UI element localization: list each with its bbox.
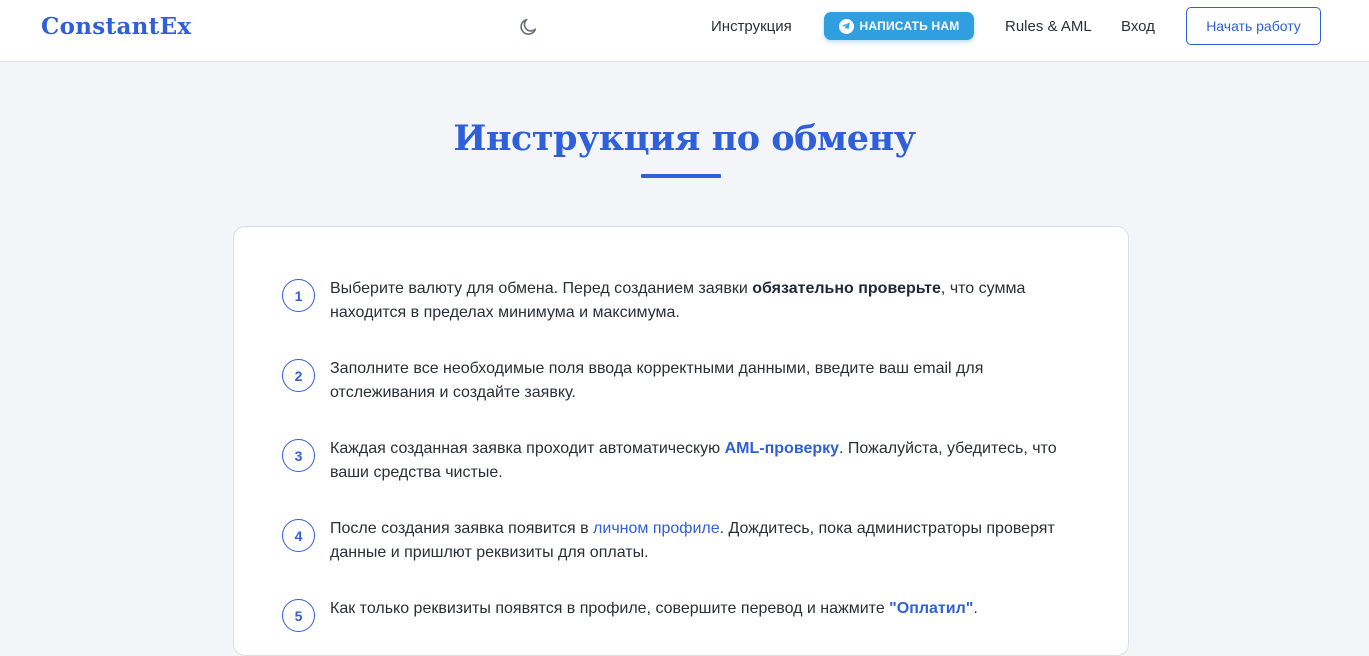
moon-icon[interactable] — [517, 16, 539, 38]
step-text-part: . — [973, 600, 978, 617]
step-number: 1 — [282, 279, 315, 312]
step-text-part: Заполните все необходимые поля ввода кор… — [330, 360, 984, 401]
step-text-part: Выберите валюту для обмена. Перед создан… — [330, 280, 753, 297]
profile-link[interactable]: личном профиле — [593, 520, 720, 537]
telegram-contact-button[interactable]: НАПИСАТЬ НАМ — [824, 12, 974, 40]
paid-status-label: "Оплатил" — [889, 600, 974, 617]
nav-instruction-link[interactable]: Инструкция — [711, 18, 792, 35]
step-number: 2 — [282, 359, 315, 392]
site-header: ConstantEx Инструкция НАПИСАТЬ НАМ Rules… — [0, 0, 1369, 62]
title-underline — [641, 174, 721, 178]
aml-check-link[interactable]: AML-проверку — [725, 440, 839, 457]
instructions-card: 1 Выберите валюту для обмена. Перед созд… — [233, 226, 1129, 656]
step-text: Выберите валюту для обмена. Перед создан… — [330, 277, 1090, 325]
step-text: Заполните все необходимые поля ввода кор… — [330, 357, 1090, 405]
telegram-icon — [838, 18, 854, 34]
step-text: Каждая созданная заявка проходит автомат… — [330, 437, 1090, 485]
nav-login-link[interactable]: Вход — [1121, 18, 1155, 35]
step-text: После создания заявка появится в личном … — [330, 517, 1090, 565]
step-text: Как только реквизиты появятся в профиле,… — [330, 597, 1090, 621]
telegram-button-label: НАПИСАТЬ НАМ — [859, 19, 960, 33]
step-text-part: Каждая созданная заявка проходит автомат… — [330, 440, 725, 457]
step-number: 5 — [282, 599, 315, 632]
start-work-button[interactable]: Начать работу — [1186, 7, 1321, 45]
step-number: 4 — [282, 519, 315, 552]
step-number: 3 — [282, 439, 315, 472]
page-title: Инструкция по обмену — [453, 118, 916, 159]
logo[interactable]: ConstantEx — [41, 13, 191, 40]
step-text-part: После создания заявка появится в — [330, 520, 594, 537]
step-emphasis: обязательно проверьте — [752, 280, 941, 297]
step-text-part: Как только реквизиты появятся в профиле,… — [330, 600, 890, 617]
nav-rules-aml-link[interactable]: Rules & AML — [1005, 18, 1092, 35]
